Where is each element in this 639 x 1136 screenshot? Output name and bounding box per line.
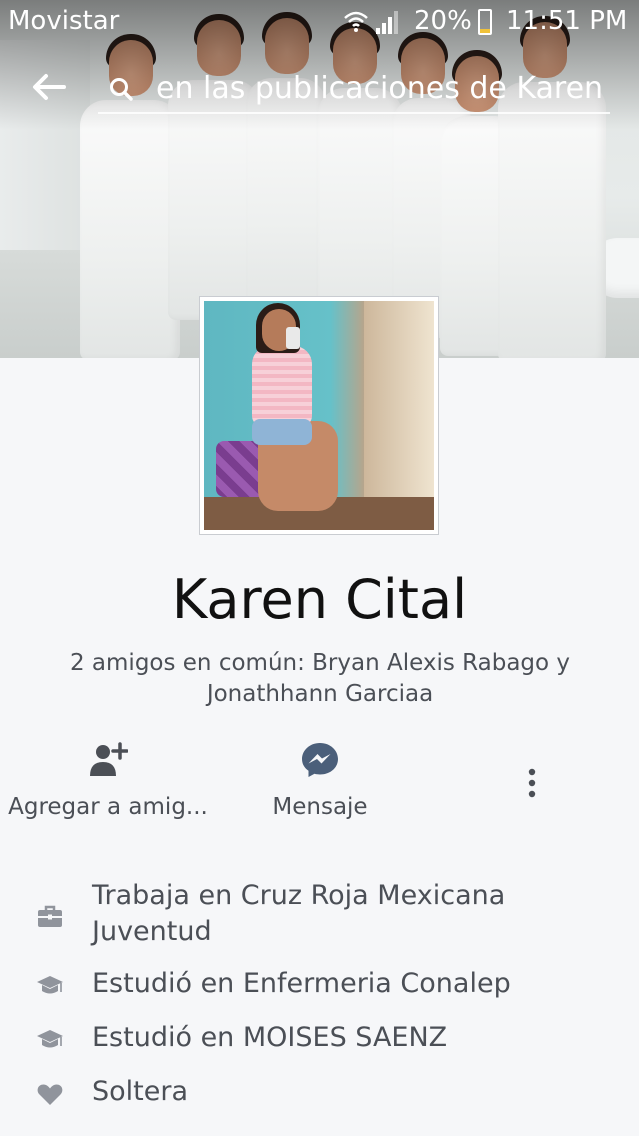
about-item-label: Trabaja en Cruz Roja Mexicana Juventud [92,880,506,947]
heart-icon [37,1084,63,1105]
signal-icon [376,11,398,34]
profile-picture-torso [252,346,312,426]
more-options-button[interactable] [512,764,552,810]
about-item-work[interactable]: Trabaja en Cruz Roja Mexicana Juventud [0,878,639,950]
graduation-cap-icon [37,1030,63,1048]
about-item-label: Estudió en Enfermeria Conalep [92,968,511,999]
carrier-name: Movistar [8,6,120,36]
status-bar: Movistar 20% 11:51 PM [0,0,639,46]
profile-actions: Agregar a amig... Mensaje [0,740,639,830]
search-bar[interactable] [98,66,610,114]
search-icon [110,78,133,101]
message-button[interactable]: Mensaje [262,740,378,820]
messenger-icon [302,743,338,777]
about-item-label: Soltera [92,1076,189,1107]
wifi-icon [344,11,368,32]
search-input[interactable] [156,68,606,108]
profile-name: Karen Cital [171,568,468,631]
more-options-icon [528,768,536,798]
clock: 11:51 PM [506,6,628,36]
battery-level [480,28,490,33]
profile-picture-phone [286,327,300,349]
add-friend-button[interactable]: Agregar a amig... [8,740,208,820]
graduation-cap-icon [37,976,63,994]
back-arrow-icon[interactable] [28,66,70,108]
profile-picture-door [364,301,434,530]
briefcase-icon [38,905,62,927]
profile-picture-shorts [252,419,312,445]
profile-picture[interactable] [200,297,438,534]
add-friend-label: Agregar a amig... [8,794,208,820]
about-item-education[interactable]: Estudió en MOISES SAENZ [0,1020,639,1060]
about-item-education[interactable]: Estudió en Enfermeria Conalep [0,966,639,1006]
about-item-relationship[interactable]: Soltera [0,1074,639,1114]
battery-percent: 20% [414,6,472,36]
message-label: Mensaje [272,794,368,820]
add-friend-icon [90,742,128,776]
battery-icon [478,9,492,35]
mutual-friends[interactable]: 2 amigos en común: Bryan Alexis Rabago y… [50,648,590,710]
about-item-label: Estudió en MOISES SAENZ [92,1022,448,1053]
